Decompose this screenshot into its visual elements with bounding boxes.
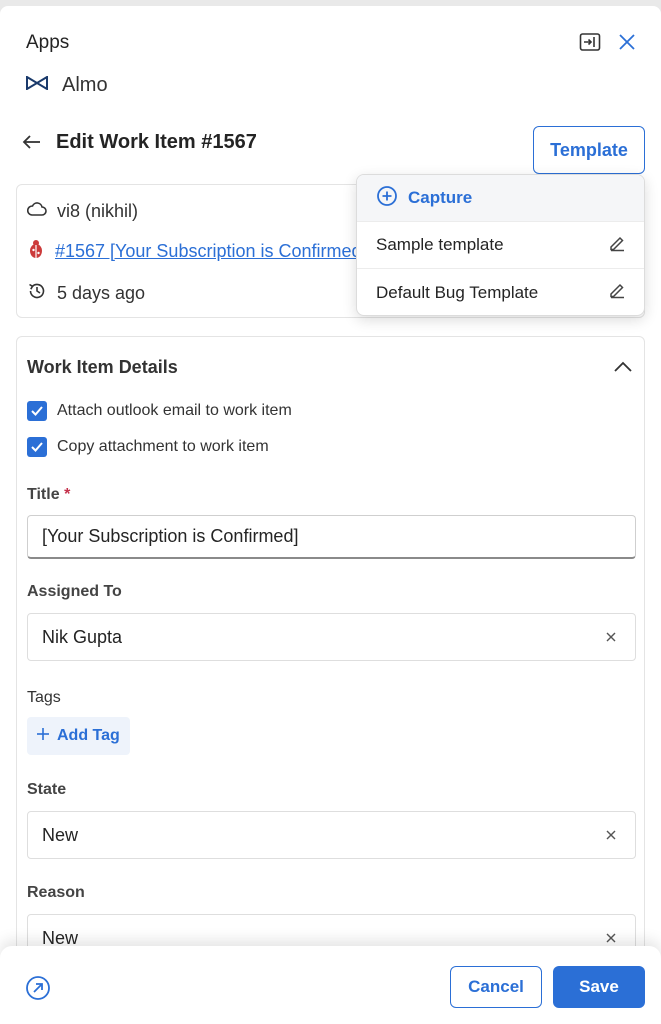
state-label: State [27,781,67,798]
add-tag-label: Add Tag [57,727,120,744]
app-identity: Almo [26,74,108,97]
reason-label: Reason [27,884,85,901]
save-button[interactable]: Save [553,966,645,1008]
arrow-left-icon[interactable] [20,130,44,154]
template-button[interactable]: Template [533,126,645,174]
assigned-to-field[interactable]: Nik Gupta [27,613,636,661]
template-dropdown: Capture Sample template Default Bug Temp… [356,174,645,316]
template-name: Default Bug Template [376,282,539,302]
template-name: Sample template [376,235,504,254]
template-menu-item[interactable]: Default Bug Template [357,269,644,315]
required-marker: * [64,486,71,503]
page-header: Edit Work Item #1567 [20,130,257,154]
checkbox-label: Attach outlook email to work item [57,402,292,419]
close-icon[interactable] [615,30,639,54]
panel-title: Apps [26,32,70,53]
pencil-icon[interactable] [608,234,626,257]
plus-icon [35,726,51,747]
pencil-icon[interactable] [608,281,626,304]
assigned-to-value: Nik Gupta [42,626,123,647]
cancel-button[interactable]: Cancel [450,966,542,1008]
plus-circle-icon [376,185,398,212]
chevron-up-icon[interactable] [611,355,635,379]
clear-icon[interactable] [601,627,621,647]
title-label: Title * [27,486,70,504]
action-footer: Cancel Save [0,946,661,1024]
tags-label: Tags [27,689,61,706]
title-label-text: Title [27,486,60,503]
page-title: Edit Work Item #1567 [56,130,257,153]
state-value: New [42,824,79,845]
capture-label: Capture [408,188,473,207]
add-tag-button[interactable]: Add Tag [27,717,130,755]
copy-attachment-checkbox-row[interactable]: Copy attachment to work item [27,437,269,457]
bug-icon [27,239,45,264]
time-row: 5 days ago [27,281,145,306]
history-icon [27,281,47,306]
section-title: Work Item Details [27,357,178,377]
work-item-link-row: #1567 [Your Subscription is Confirmed] [27,239,367,264]
assigned-to-label: Assigned To [27,583,122,600]
open-external-icon[interactable] [24,974,52,1002]
clear-icon[interactable] [601,928,621,948]
work-item-link[interactable]: #1567 [Your Subscription is Confirmed] [55,241,367,262]
project-row: vi8 (nikhil) [26,201,139,222]
attach-email-checkbox[interactable] [27,401,47,421]
add-in-panel: Apps Almo Edit Work Item #1567 Template … [0,6,661,1024]
title-value: [Your Subscription is Confirmed] [42,526,299,546]
capture-menu-item[interactable]: Capture [357,175,644,222]
copy-attachment-checkbox[interactable] [27,437,47,457]
work-item-details-section: Work Item Details Attach outlook email t… [16,336,645,1024]
title-input[interactable]: [Your Subscription is Confirmed] [27,515,636,559]
time-ago: 5 days ago [57,283,146,303]
template-menu-item[interactable]: Sample template [357,222,644,269]
state-field[interactable]: New [27,811,636,859]
checkbox-label: Copy attachment to work item [57,438,269,455]
app-name: Almo [62,74,108,96]
attach-email-checkbox-row[interactable]: Attach outlook email to work item [27,401,292,421]
pop-out-icon[interactable] [578,30,602,54]
almo-logo-icon [26,75,48,95]
project-name: vi8 (nikhil) [57,201,139,221]
clear-icon[interactable] [601,825,621,845]
cloud-icon [26,201,47,222]
